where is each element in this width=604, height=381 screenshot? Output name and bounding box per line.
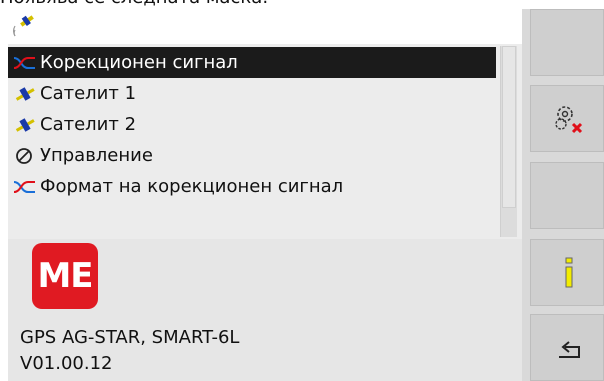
firmware-version: V01.00.12 <box>20 353 113 374</box>
menu-item-label: Сателит 1 <box>40 83 137 104</box>
gps-satellite-icon <box>13 15 34 37</box>
menu-item-satellite-1[interactable]: Сателит 1 <box>8 78 496 109</box>
scrollbar-thumb[interactable] <box>502 46 516 208</box>
gear-delete-icon <box>555 106 583 134</box>
steering-icon <box>16 148 32 164</box>
back-arrow-icon <box>559 341 580 358</box>
device-info-panel: ME GPS AG-STAR, SMART-6L V01.00.12 <box>8 239 522 381</box>
empty-softkey-1[interactable] <box>530 9 604 76</box>
menu-item-label: Сателит 2 <box>40 114 137 135</box>
device-name: GPS AG-STAR, SMART-6L <box>20 327 240 348</box>
menu-item-correction-format[interactable]: Формат на корекционен сигнал <box>8 171 496 202</box>
info-icon <box>565 257 573 288</box>
logo-text: ME <box>37 256 93 296</box>
satellite-icon <box>15 118 35 132</box>
terminal-screen: Корекционен сигнал Сателит 1 Сателит 2 У… <box>8 9 522 381</box>
menu-item-correction-signal[interactable]: Корекционен сигнал <box>8 47 496 78</box>
correction-signal-icon <box>13 181 35 193</box>
gps-menu-list: Корекционен сигнал Сателит 1 Сателит 2 У… <box>8 44 522 239</box>
title-bar <box>8 9 522 44</box>
menu-item-label: Формат на корекционен сигнал <box>40 176 344 197</box>
menu-item-satellite-2[interactable]: Сателит 2 <box>8 109 496 140</box>
correction-signal-icon <box>13 57 35 69</box>
page-caption: Появява се следната маска: <box>0 0 604 8</box>
list-scrollbar[interactable] <box>500 46 517 237</box>
satellite-icon <box>15 87 35 101</box>
softkey-bar <box>522 9 604 381</box>
settings-delete-button[interactable] <box>530 85 604 152</box>
menu-item-label: Корекционен сигнал <box>40 52 238 73</box>
me-logo: ME <box>32 243 98 309</box>
empty-softkey-2[interactable] <box>530 162 604 229</box>
menu-item-steering[interactable]: Управление <box>8 140 496 171</box>
info-button[interactable] <box>530 239 604 306</box>
back-button[interactable] <box>530 314 604 381</box>
menu-item-label: Управление <box>40 145 153 166</box>
